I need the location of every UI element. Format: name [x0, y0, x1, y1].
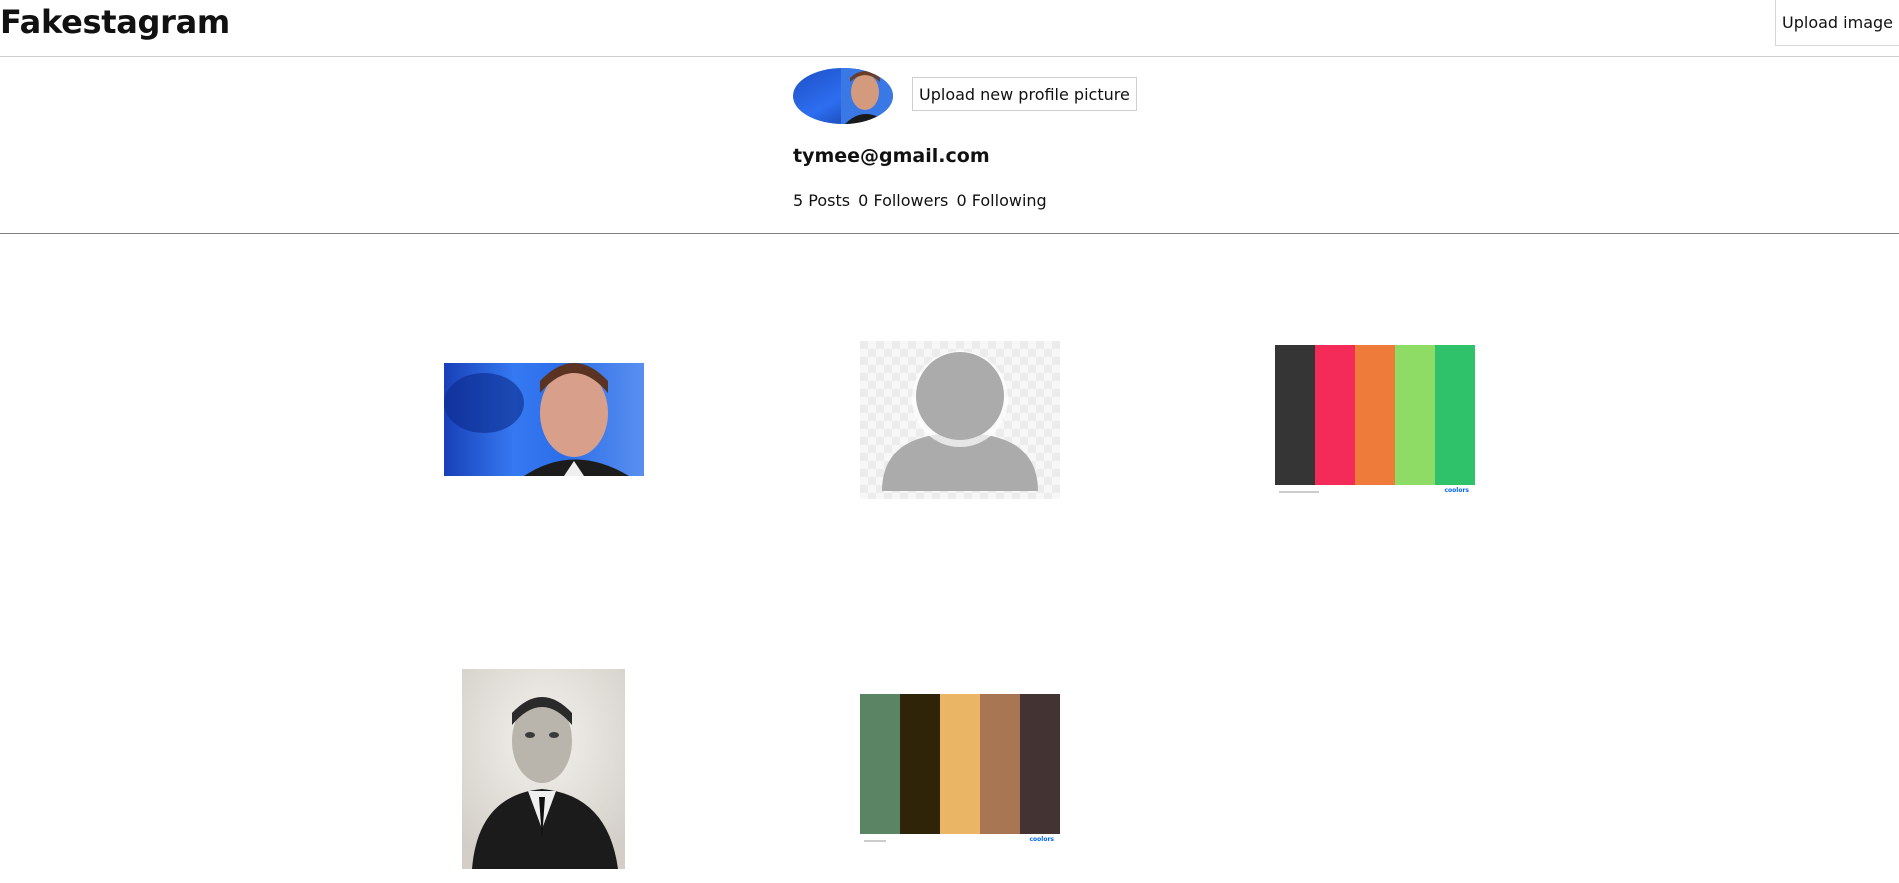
palette-swatch [900, 694, 940, 834]
palette-caption-line [1279, 491, 1319, 493]
palette-swatch [1395, 345, 1435, 485]
palette-swatch [860, 694, 900, 834]
palette-swatch [1275, 345, 1315, 485]
palette-swatch [1020, 694, 1060, 834]
coolors-logo: coolors [1029, 836, 1054, 843]
upload-image-button[interactable]: Upload image [1775, 0, 1899, 46]
palette-swatch [1435, 345, 1475, 485]
top-bar: Fakestagram Upload image [0, 0, 1899, 57]
profile-email: tymee@gmail.com [793, 145, 990, 167]
profile-section: Upload new profile picture tymee@gmail.c… [0, 57, 1899, 234]
upload-profile-picture-button[interactable]: Upload new profile picture [912, 77, 1137, 111]
palette-swatch [1315, 345, 1355, 485]
following-count: 0 Following [956, 191, 1047, 210]
app-title: Fakestagram [0, 3, 230, 41]
post-thumbnail-1[interactable] [444, 363, 644, 476]
palette-swatch [980, 694, 1020, 834]
default-avatar-icon [860, 341, 1060, 499]
post-thumbnail-5[interactable]: coolors [860, 694, 1060, 844]
palette-swatch [1355, 345, 1395, 485]
color-palette [1275, 345, 1475, 485]
post-thumbnail-2[interactable] [860, 341, 1060, 499]
followers-count: 0 Followers [858, 191, 949, 210]
coolors-logo: coolors [1444, 487, 1469, 494]
avatar-image [793, 68, 893, 124]
post-image-portrait [444, 363, 644, 476]
post-thumbnail-4[interactable] [462, 669, 625, 869]
color-palette [860, 694, 1060, 834]
posts-count: 5 Posts [793, 191, 851, 210]
avatar [793, 68, 893, 124]
profile-stats: 5 Posts 0 Followers 0 Following [793, 191, 1050, 210]
palette-swatch [940, 694, 980, 834]
post-thumbnail-3[interactable]: coolors [1275, 345, 1475, 495]
palette-caption-line [864, 840, 886, 842]
post-image-bw-portrait [462, 669, 625, 869]
